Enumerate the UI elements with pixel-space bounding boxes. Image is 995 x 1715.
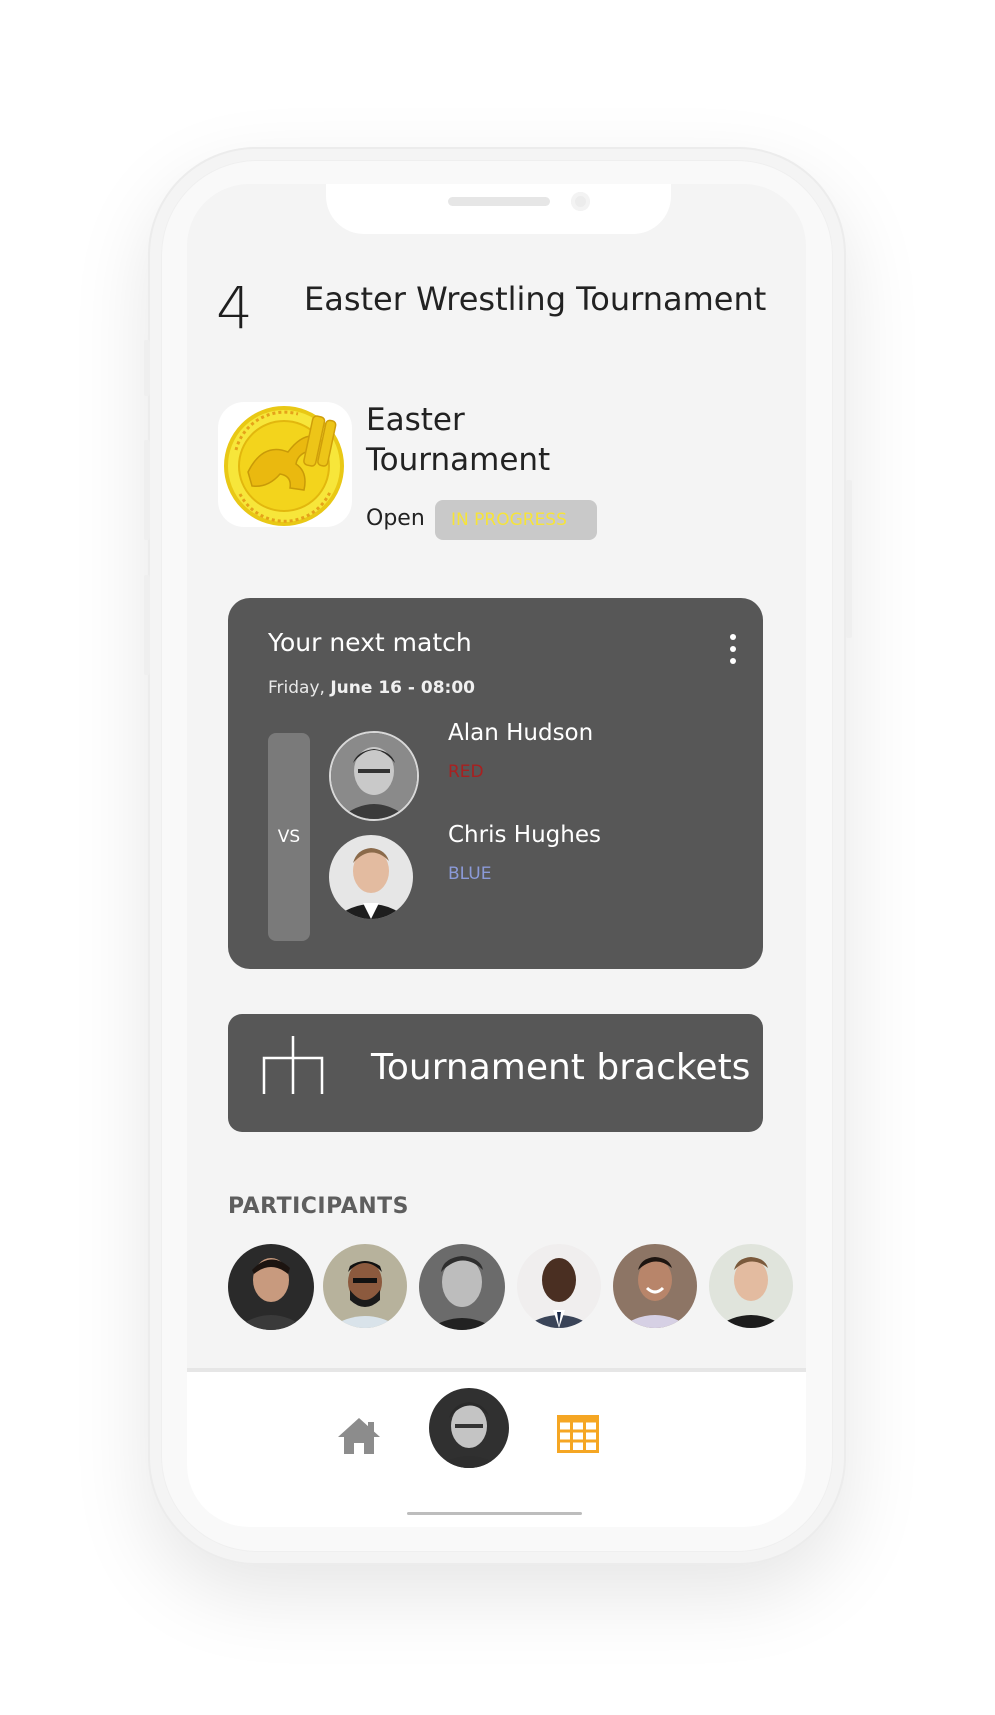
participant-avatar[interactable]	[709, 1244, 793, 1328]
participant-avatar[interactable]	[613, 1244, 697, 1328]
fighter-corner-blue: BLUE	[448, 864, 492, 884]
participant-avatar[interactable]	[323, 1244, 407, 1328]
match-time: June 16 - 08:00	[330, 678, 475, 698]
fighter-corner-red: RED	[448, 762, 484, 782]
brackets-label: Tournament brackets	[371, 1047, 751, 1088]
next-match-heading: Your next match	[268, 628, 472, 657]
participants-heading: PARTICIPANTS	[228, 1194, 410, 1219]
participant-avatar[interactable]	[517, 1244, 601, 1328]
tournament-logo-wrestler-icon	[224, 406, 344, 526]
tournament-name: Easter Tournament	[366, 402, 551, 478]
participant-avatar[interactable]	[228, 1244, 314, 1330]
participant-avatar[interactable]	[419, 1244, 505, 1330]
profile-avatar[interactable]	[429, 1388, 509, 1468]
match-date: Friday, June 16 - 08:00	[268, 678, 475, 698]
camera	[571, 192, 590, 211]
fighter-name-red: Alan Hudson	[448, 720, 594, 746]
bottom-tab-bar	[187, 1368, 806, 1527]
vs-label: VS	[277, 827, 301, 847]
status-badge: IN PROGRESS	[435, 500, 597, 540]
phone-side-button	[144, 340, 150, 396]
notch	[326, 184, 671, 234]
app-screen: 4 Easter Wrestling Tournament Easter Tou…	[187, 184, 806, 1527]
match-day: Friday,	[268, 678, 325, 698]
phone-side-button	[144, 440, 150, 540]
next-match-card[interactable]: Your next match Friday, June 16 - 08:00 …	[228, 598, 763, 969]
vs-divider: VS	[268, 733, 310, 941]
fighter-avatar[interactable]	[329, 731, 419, 821]
bracket-icon	[262, 1036, 324, 1094]
more-vertical-icon[interactable]	[727, 634, 739, 670]
tournament-brackets-button[interactable]: Tournament brackets	[228, 1014, 763, 1132]
step-number: 4	[216, 274, 253, 342]
fighter-avatar[interactable]	[329, 835, 413, 919]
tournament-logo	[218, 402, 352, 527]
table-grid-icon[interactable]	[557, 1415, 599, 1453]
speaker	[448, 197, 550, 206]
home-icon[interactable]	[336, 1416, 382, 1456]
phone-side-button	[846, 480, 852, 638]
phone-side-button	[144, 575, 150, 675]
home-indicator	[407, 1512, 582, 1515]
fighter-name-blue: Chris Hughes	[448, 822, 601, 848]
page-title: Easter Wrestling Tournament	[304, 280, 767, 318]
tournament-type: Open	[366, 506, 425, 531]
